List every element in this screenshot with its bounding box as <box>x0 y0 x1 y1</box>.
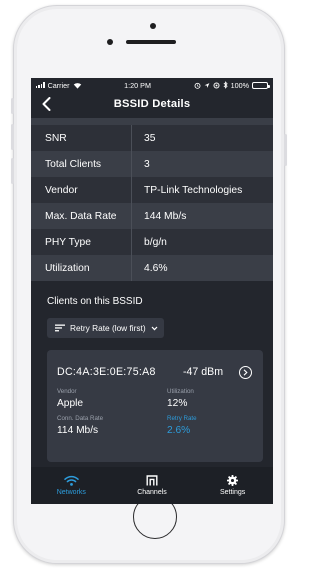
details-table: SNR 35 Total Clients 3 Vendor TP-Link Te… <box>31 125 273 281</box>
detail-value: TP-Link Technologies <box>144 184 243 196</box>
detail-key: Max. Data Rate <box>31 203 132 229</box>
sort-icon <box>55 324 65 332</box>
detail-value: 3 <box>144 158 150 170</box>
tab-channels-label: Channels <box>137 489 167 496</box>
sort-dropdown[interactable]: Retry Rate (low first) <box>47 318 164 338</box>
gear-icon <box>227 475 239 486</box>
chevron-left-icon <box>42 97 50 111</box>
bluetooth-icon <box>223 81 228 89</box>
volume-up-button <box>11 124 14 150</box>
detail-key: Utilization <box>31 255 132 281</box>
status-right: 100% <box>194 80 270 90</box>
client-detail-button[interactable] <box>239 365 252 379</box>
tab-settings[interactable]: Settings <box>198 475 268 496</box>
table-top-edge <box>31 118 273 125</box>
earpiece-speaker <box>126 40 176 44</box>
battery-icon <box>251 81 270 89</box>
client-retry-cell: Retry Rate 2.6% <box>167 415 267 436</box>
client-vendor-cell: Vendor Apple <box>57 388 167 409</box>
mute-switch <box>11 98 14 114</box>
detail-row-phy-type: PHY Type b/g/n <box>31 229 273 255</box>
chevron-down-icon <box>151 326 158 330</box>
detail-row-max-data-rate: Max. Data Rate 144 Mb/s <box>31 203 273 229</box>
tab-networks-label: Networks <box>56 489 86 496</box>
retry-rate-value: 2.6% <box>167 425 191 436</box>
client-card-header: DC:4A:3E:0E:75:A8 -47 dBm <box>57 364 253 380</box>
client-signal: -47 dBm <box>183 366 224 378</box>
detail-row-utilization: Utilization 4.6% <box>31 255 273 281</box>
client-card[interactable]: DC:4A:3E:0E:75:A8 -47 dBm Vendor Apple U… <box>47 350 263 462</box>
data-rate-label: Conn. Data Rate <box>57 415 104 422</box>
tab-channels[interactable]: Channels <box>117 475 187 496</box>
battery-percent: 100% <box>230 80 249 90</box>
utilization-label: Utilization <box>167 388 194 395</box>
nav-bar: BSSID Details <box>31 92 273 116</box>
detail-row-total-clients: Total Clients 3 <box>31 151 273 177</box>
detail-value: 35 <box>144 132 156 144</box>
client-mac-address: DC:4A:3E:0E:75:A8 <box>57 366 156 378</box>
vendor-label: Vendor <box>57 388 77 395</box>
wifi-icon <box>64 475 79 486</box>
tab-networks[interactable]: Networks <box>36 475 106 496</box>
signal-bars-icon <box>36 82 45 88</box>
retry-rate-label: Retry Rate <box>167 415 197 422</box>
client-utilization-cell: Utilization 12% <box>167 388 267 409</box>
detail-value: 4.6% <box>144 262 168 274</box>
tab-settings-label: Settings <box>219 489 246 496</box>
wifi-status-icon <box>73 82 81 89</box>
proximity-sensor <box>150 23 156 29</box>
tab-bar: Networks Channels Settings <box>31 467 273 504</box>
detail-key: Total Clients <box>31 151 132 177</box>
client-stats-grid: Vendor Apple Utilization 12% Conn. Data … <box>57 388 253 436</box>
back-button[interactable] <box>39 96 53 112</box>
status-left: Carrier <box>36 81 82 90</box>
front-camera <box>107 39 113 45</box>
detail-key: SNR <box>31 125 132 151</box>
chevron-right-icon <box>243 368 248 376</box>
utilization-value: 12% <box>167 398 188 409</box>
detail-value: 144 Mb/s <box>144 210 187 222</box>
status-bar: Carrier 1:20 PM 100% <box>31 78 273 92</box>
app-screen: Carrier 1:20 PM 100% BSSID Details SNR 3… <box>31 78 273 504</box>
client-rate-cell: Conn. Data Rate 114 Mb/s <box>57 415 167 436</box>
detail-key: Vendor <box>31 177 132 203</box>
detail-value: b/g/n <box>144 236 167 248</box>
vendor-value: Apple <box>57 398 84 409</box>
detail-row-vendor: Vendor TP-Link Technologies <box>31 177 273 203</box>
lock-rotation-icon <box>213 81 220 89</box>
detail-row-snr: SNR 35 <box>31 125 273 151</box>
power-button <box>284 134 287 166</box>
clients-section-title: Clients on this BSSID <box>47 296 143 307</box>
page-title: BSSID Details <box>113 98 191 110</box>
volume-down-button <box>11 158 14 184</box>
carrier-label: Carrier <box>47 80 70 90</box>
detail-key: PHY Type <box>31 229 132 255</box>
channels-icon <box>146 475 158 486</box>
status-time: 1:20 PM <box>124 80 151 90</box>
alarm-icon <box>194 82 201 89</box>
location-icon <box>204 82 209 88</box>
data-rate-value: 114 Mb/s <box>57 425 99 436</box>
sort-label: Retry Rate (low first) <box>70 323 146 333</box>
